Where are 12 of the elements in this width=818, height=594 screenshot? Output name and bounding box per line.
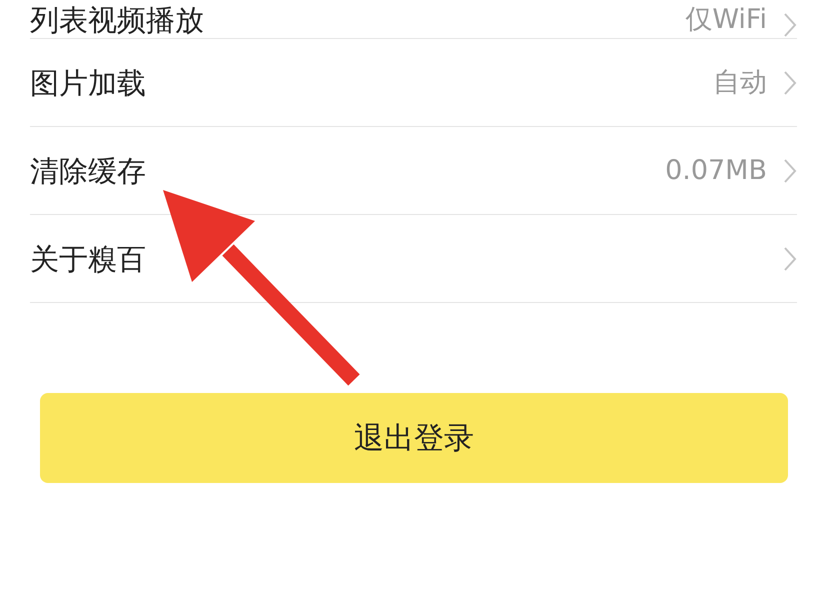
chevron-right-icon — [783, 12, 797, 38]
chevron-right-icon — [783, 70, 797, 96]
setting-label[interactable]: 清除缓存 — [30, 152, 666, 188]
logout-button[interactable]: 退出登录 — [40, 393, 788, 483]
setting-value: 自动 — [713, 66, 767, 100]
setting-label[interactable]: 图片加载 — [30, 64, 713, 100]
setting-label[interactable]: 关于糗百 — [30, 240, 783, 276]
setting-value: 0.07MB — [665, 154, 767, 188]
setting-value: 仅WiFi — [685, 3, 767, 37]
chevron-right-icon — [783, 158, 797, 184]
chevron-right-icon — [783, 246, 797, 272]
setting-label[interactable]: 列表视频播放 — [30, 2, 686, 38]
